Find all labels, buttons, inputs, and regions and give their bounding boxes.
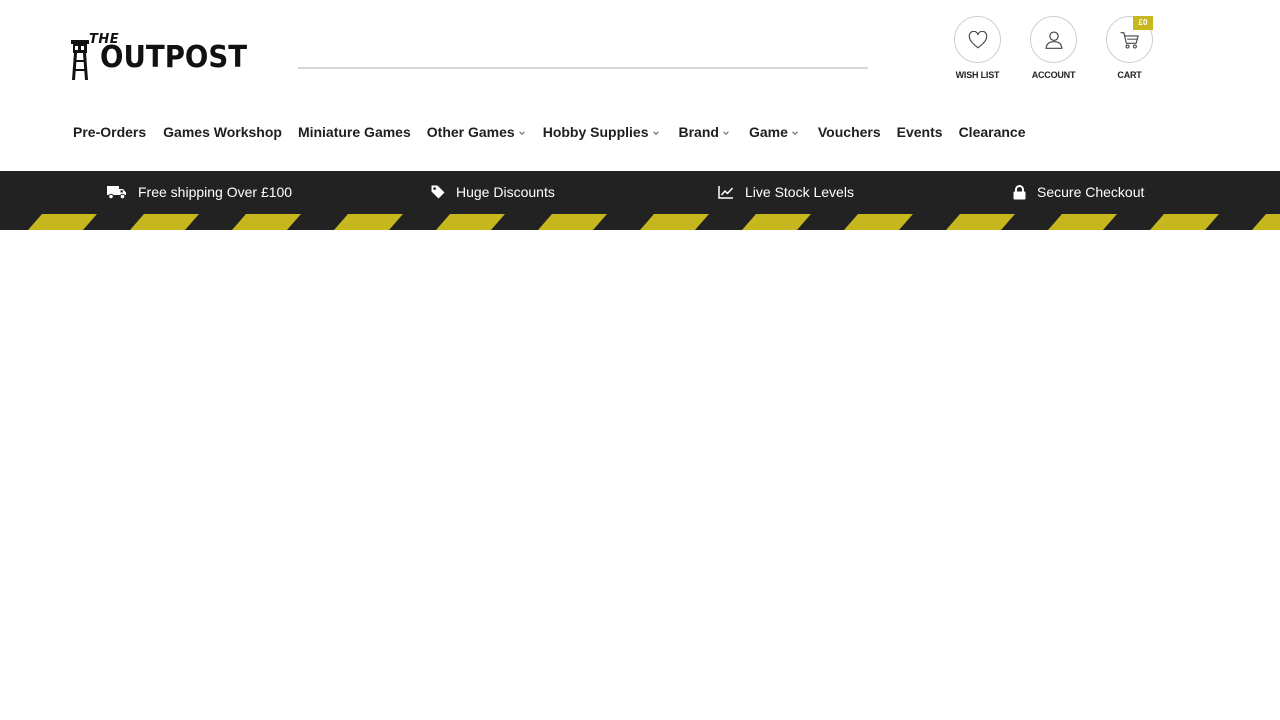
account-icon-circle (1030, 16, 1077, 63)
account-button[interactable]: ACCOUNT (1018, 16, 1088, 86)
usp-live-stock: Live Stock Levels (718, 182, 854, 202)
chevron-down-icon (518, 130, 525, 135)
nav-item-clearance[interactable]: Clearance (959, 124, 1026, 140)
usp-label: Free shipping Over £100 (138, 184, 293, 200)
cart-button[interactable]: £0 CART (1094, 16, 1164, 86)
hazard-stripes (28, 214, 1280, 230)
chevron-down-icon (723, 130, 729, 135)
nav-item-game[interactable]: Game (749, 124, 799, 140)
usp-label: Live Stock Levels (745, 184, 854, 200)
usp-discounts: Huge Discounts (431, 182, 555, 202)
nav-item-label: Brand (678, 124, 719, 140)
lock-icon (1013, 184, 1026, 199)
nav-item-label: Other Games (426, 124, 515, 140)
main-navigation: Pre-Orders Games Workshop Miniature Game… (73, 121, 1026, 143)
cart-icon (1119, 31, 1139, 49)
cart-label: CART (1117, 70, 1142, 80)
site-header: THE OUTPOST WISH LIST ACCOUNT £0 CART Pr… (0, 0, 1280, 171)
wishlist-icon-circle (954, 16, 1001, 63)
nav-item-pre-orders[interactable]: Pre-Orders (73, 124, 146, 140)
chart-line-icon (718, 186, 734, 199)
nav-item-label: Events (896, 124, 943, 140)
usp-secure-checkout: Secure Checkout (1013, 182, 1144, 202)
search-bar (298, 40, 868, 70)
wishlist-label: WISH LIST (955, 70, 1000, 80)
site-logo[interactable]: THE OUTPOST (70, 32, 247, 80)
nav-item-label: Game (748, 124, 788, 140)
wishlist-button[interactable]: WISH LIST (942, 16, 1012, 86)
cart-total-badge: £0 (1133, 16, 1153, 30)
nav-item-vouchers[interactable]: Vouchers (818, 124, 881, 140)
nav-item-other-games[interactable]: Other Games (427, 124, 526, 140)
nav-item-games-workshop[interactable]: Games Workshop (163, 124, 282, 140)
nav-item-label: Hobby Supplies (542, 124, 649, 140)
account-label: ACCOUNT (1031, 70, 1076, 80)
nav-item-label: Vouchers (817, 124, 881, 140)
truck-icon (107, 186, 126, 199)
nav-item-label: Games Workshop (163, 124, 282, 140)
nav-item-label: Pre-Orders (73, 124, 147, 140)
usp-label: Huge Discounts (456, 184, 555, 200)
chevron-down-icon (792, 130, 798, 135)
nav-item-events[interactable]: Events (897, 124, 943, 140)
usp-free-shipping: Free shipping Over £100 (107, 182, 292, 202)
heart-icon (968, 30, 987, 48)
nav-item-miniature-games[interactable]: Miniature Games (298, 124, 411, 140)
nav-item-brand[interactable]: Brand (679, 124, 730, 140)
usp-bar: Free shipping Over £100 Huge Discounts L… (0, 171, 1280, 230)
chevron-down-icon (652, 130, 659, 135)
nav-item-label: Clearance (958, 124, 1026, 140)
logo-text-main: OUTPOST (100, 40, 248, 75)
user-icon (1045, 31, 1062, 49)
nav-item-hobby-supplies[interactable]: Hobby Supplies (543, 124, 660, 140)
usp-label: Secure Checkout (1037, 184, 1145, 200)
search-input[interactable] (298, 40, 868, 69)
nav-item-label: Miniature Games (297, 124, 411, 140)
tag-icon (431, 185, 445, 199)
